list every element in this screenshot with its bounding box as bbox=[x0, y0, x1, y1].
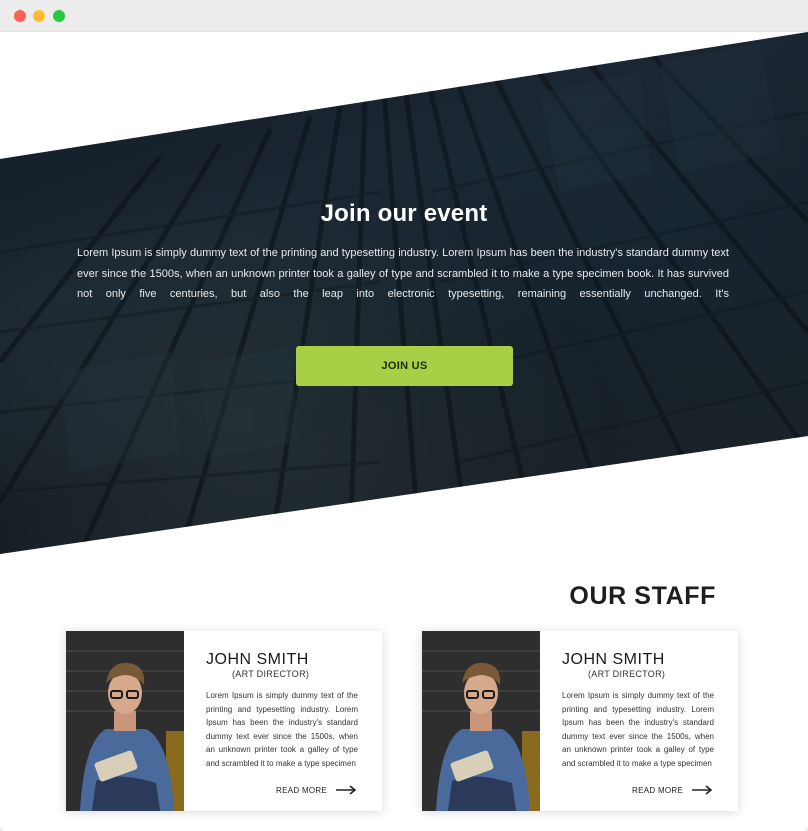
read-more-link[interactable]: READ MORE bbox=[276, 785, 357, 795]
staff-photo bbox=[66, 631, 184, 811]
staff-role: (ART DIRECTOR) bbox=[588, 669, 666, 679]
maximize-window-icon[interactable] bbox=[53, 10, 65, 22]
event-hero-section: Join our event Lorem Ipsum is simply dum… bbox=[0, 32, 808, 554]
browser-window: Join our event Lorem Ipsum is simply dum… bbox=[0, 0, 808, 831]
hero-title: Join our event bbox=[320, 200, 488, 227]
window-titlebar bbox=[0, 0, 808, 32]
arrow-right-icon bbox=[336, 785, 357, 795]
close-window-icon[interactable] bbox=[14, 10, 26, 22]
staff-section-title: OUR STAFF bbox=[569, 582, 716, 610]
hero-description: Lorem Ipsum is simply dummy text of the … bbox=[77, 247, 729, 300]
read-more-label: READ MORE bbox=[276, 785, 328, 795]
read-more-link[interactable]: READ MORE bbox=[632, 785, 713, 795]
staff-name: JOHN SMITH bbox=[562, 651, 665, 668]
staff-bio: Lorem Ipsum is simply dummy text of the … bbox=[206, 691, 358, 768]
staff-bio: Lorem Ipsum is simply dummy text of the … bbox=[562, 691, 714, 768]
staff-role: (ART DIRECTOR) bbox=[232, 669, 310, 679]
staff-name: JOHN SMITH bbox=[206, 651, 309, 668]
minimize-window-icon[interactable] bbox=[33, 10, 45, 22]
arrow-right-icon bbox=[692, 785, 713, 795]
join-us-button[interactable]: JOIN US bbox=[296, 346, 513, 386]
staff-card: JOHN SMITH (ART DIRECTOR) Lorem Ipsum is… bbox=[422, 631, 738, 811]
read-more-label: READ MORE bbox=[632, 785, 684, 795]
staff-card: JOHN SMITH (ART DIRECTOR) Lorem Ipsum is… bbox=[66, 631, 382, 811]
staff-photo bbox=[422, 631, 540, 811]
